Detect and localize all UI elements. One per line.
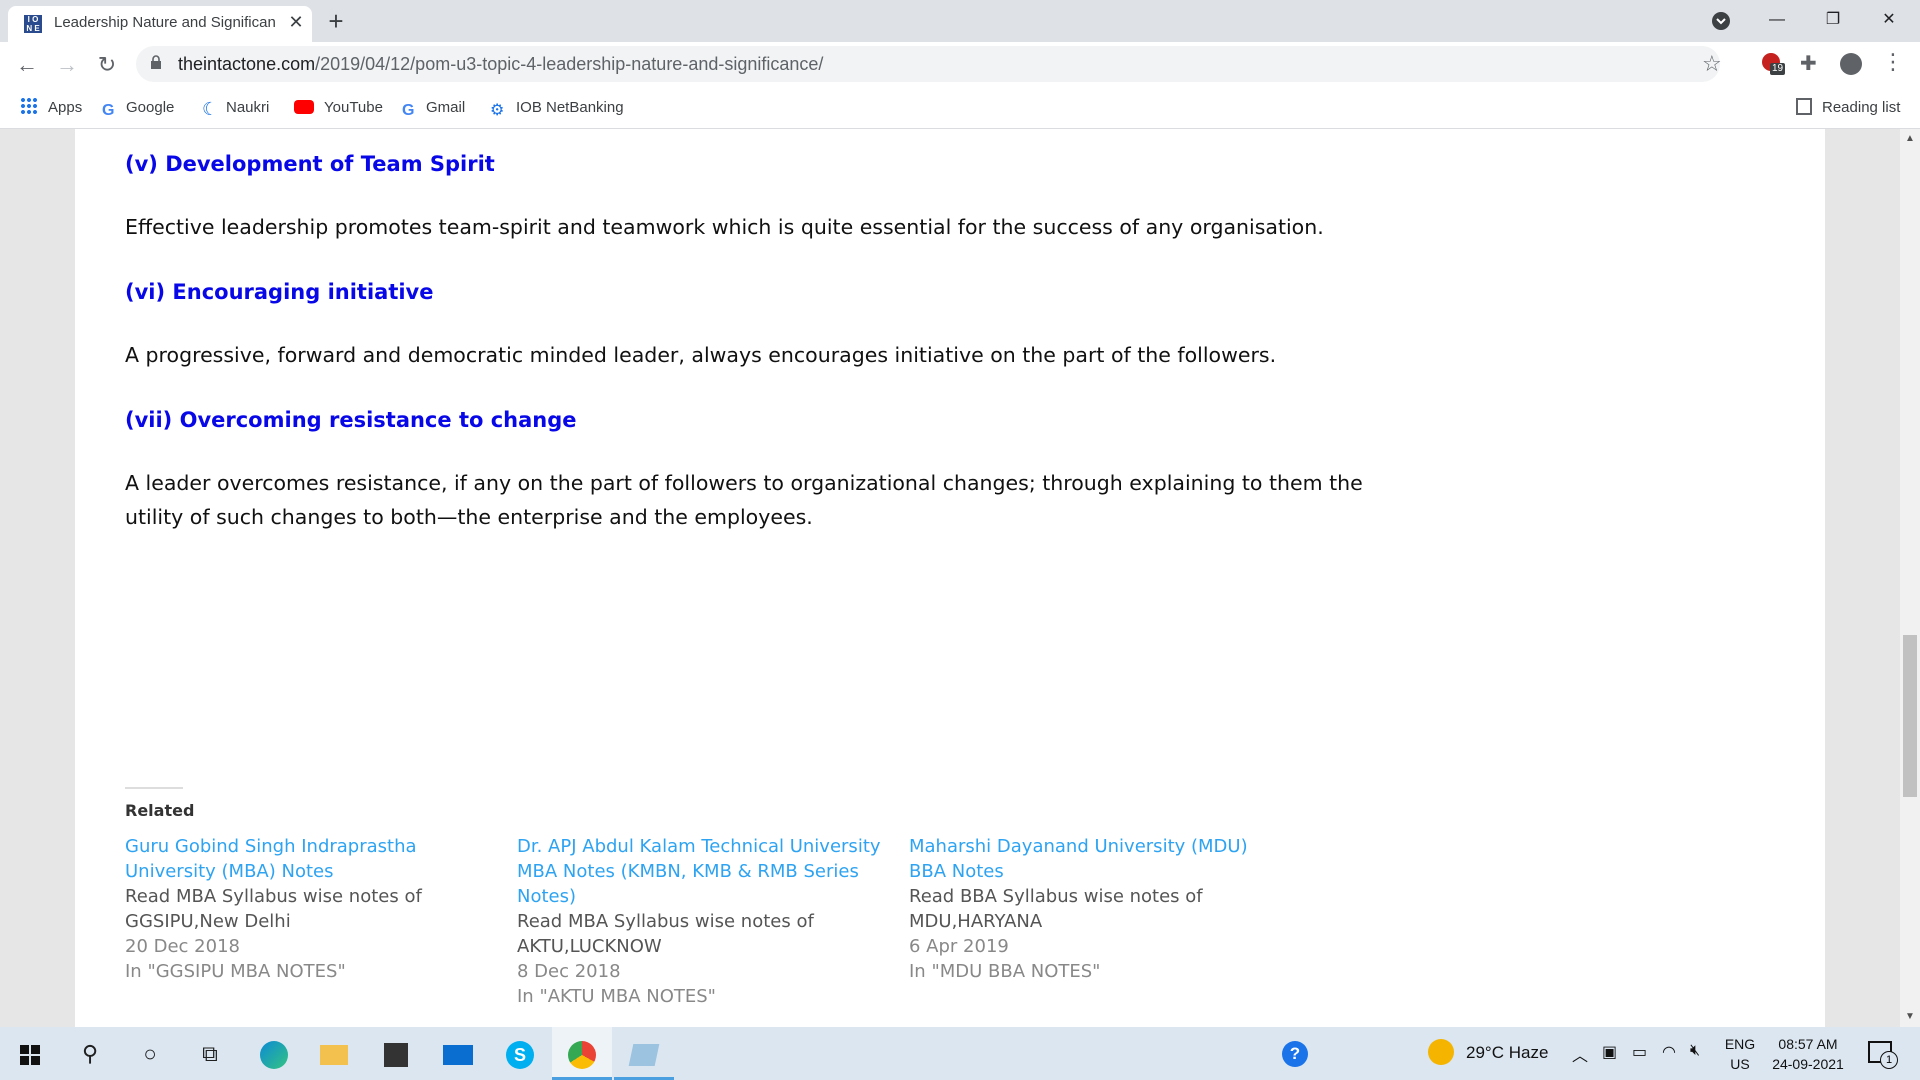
bookmark-google[interactable]: G Google — [102, 96, 174, 120]
page-viewport: (v) Development of Team Spirit Effective… — [0, 129, 1900, 1027]
google-icon: G — [102, 102, 115, 119]
close-window-icon[interactable]: ✕ — [1866, 0, 1912, 42]
back-icon[interactable]: ← — [12, 50, 42, 80]
scroll-up-arrow-icon[interactable]: ▲ — [1900, 129, 1920, 149]
bookmark-star-icon[interactable]: ☆ — [1702, 51, 1722, 77]
tab-search-icon[interactable] — [1698, 0, 1744, 42]
meet-now-icon[interactable]: ▣ — [1602, 1042, 1617, 1062]
weather-text[interactable]: 29°C Haze — [1466, 1043, 1548, 1063]
related-post-date: 8 Dec 2018 — [517, 961, 621, 982]
skype-icon[interactable]: S — [490, 1027, 550, 1080]
bookmark-gmail[interactable]: G Gmail — [402, 96, 465, 120]
show-hidden-icons-icon[interactable]: ︿ — [1572, 1042, 1588, 1066]
youtube-icon — [294, 100, 314, 114]
task-view-icon[interactable]: ⧉ — [180, 1027, 240, 1080]
related-post-category: In "GGSIPU MBA NOTES" — [125, 961, 346, 982]
notification-center-icon[interactable]: 1 — [1868, 1041, 1898, 1069]
chrome-icon[interactable] — [552, 1027, 612, 1080]
restore-icon[interactable]: ❐ — [1810, 0, 1856, 42]
tab-strip: I ON E Leadership Nature and Significan … — [0, 0, 1920, 42]
article-content: (v) Development of Team Spirit Effective… — [75, 129, 1825, 1027]
gmail-icon: G — [402, 102, 415, 119]
page-scrollbar[interactable]: ▲ ▼ — [1900, 129, 1920, 1027]
notes-app-icon[interactable] — [614, 1027, 674, 1080]
related-post: Dr. APJ Abdul Kalam Technical University… — [517, 834, 887, 1009]
related-post-desc: Read MBA Syllabus wise notes of GGSIPU,N… — [125, 886, 422, 932]
mail-icon[interactable] — [428, 1027, 488, 1080]
bookmark-youtube[interactable]: YouTube — [294, 96, 383, 120]
extension-badge: 19 — [1770, 63, 1786, 75]
menu-kebab-icon[interactable]: ⋮ — [1882, 49, 1904, 75]
bookmark-naukri[interactable]: ☾ Naukri — [202, 96, 269, 120]
minimize-icon[interactable]: — — [1754, 0, 1800, 42]
apps-grid-icon — [20, 97, 38, 115]
related-post-date: 6 Apr 2019 — [909, 936, 1009, 957]
file-explorer-icon[interactable] — [304, 1027, 364, 1080]
related-post-category: In "AKTU MBA NOTES" — [517, 986, 716, 1007]
section-paragraph: A leader overcomes resistance, if any on… — [125, 471, 1363, 529]
iob-icon: ⚙ — [490, 102, 505, 119]
scroll-down-arrow-icon[interactable]: ▼ — [1900, 1007, 1920, 1027]
language-indicator[interactable]: ENG US — [1722, 1034, 1758, 1074]
section-paragraph: Effective leadership promotes team-spiri… — [125, 215, 1324, 239]
address-bar[interactable]: theintactone.com/2019/04/12/pom-u3-topic… — [136, 46, 1722, 82]
reading-list-button[interactable]: Reading list — [1796, 96, 1900, 120]
pdf-extension-icon[interactable]: 19 — [1762, 53, 1786, 75]
browser-tab[interactable]: I ON E Leadership Nature and Significan … — [8, 6, 312, 42]
reading-list-icon — [1796, 98, 1812, 115]
clock[interactable]: 08:57 AM 24-09-2021 — [1768, 1034, 1848, 1074]
related-label: Related — [125, 801, 195, 820]
related-post-link[interactable]: Dr. APJ Abdul Kalam Technical University… — [517, 834, 887, 909]
tab-title: Leadership Nature and Significan — [54, 14, 276, 31]
browser-toolbar: ← → ↻ theintactone.com/2019/04/12/pom-u3… — [0, 42, 1920, 88]
windows-taskbar: ⚲ ○ ⧉ S ? 29°C Haze ︿ ▣ ▭ ◠ 🔇︎ ENG US 08… — [0, 1027, 1920, 1080]
extensions-puzzle-icon[interactable]: ✚ — [1800, 51, 1817, 76]
bookmark-apps[interactable]: Apps — [20, 96, 82, 120]
forward-icon[interactable]: → — [52, 50, 82, 80]
help-icon[interactable]: ? — [1282, 1041, 1308, 1067]
bookmark-iob-netbanking[interactable]: ⚙ IOB NetBanking — [490, 96, 624, 120]
new-tab-button[interactable]: + — [320, 6, 352, 38]
reload-icon[interactable]: ↻ — [92, 50, 122, 80]
related-post-desc: Read MBA Syllabus wise notes of AKTU,LUC… — [517, 911, 814, 957]
edge-browser-icon[interactable] — [244, 1027, 304, 1080]
related-post-desc: Read BBA Syllabus wise notes of MDU,HARY… — [909, 886, 1203, 932]
lock-icon — [151, 55, 161, 69]
section-heading: (vii) Overcoming resistance to change — [125, 408, 577, 432]
section-heading: (vi) Encouraging initiative — [125, 280, 434, 304]
store-icon[interactable] — [366, 1027, 426, 1080]
volume-muted-icon[interactable]: 🔇︎ — [1690, 1042, 1700, 1060]
related-post: Guru Gobind Singh Indraprastha Universit… — [125, 834, 495, 984]
related-post-link[interactable]: Guru Gobind Singh Indraprastha Universit… — [125, 834, 495, 884]
search-icon[interactable]: ⚲ — [60, 1027, 120, 1080]
related-post: Maharshi Dayanand University (MDU) BBA N… — [909, 834, 1279, 984]
notification-count: 1 — [1880, 1051, 1898, 1069]
related-post-link[interactable]: Maharshi Dayanand University (MDU) BBA N… — [909, 834, 1279, 884]
weather-icon — [1428, 1039, 1454, 1065]
related-post-date: 20 Dec 2018 — [125, 936, 240, 957]
naukri-icon: ☾ — [202, 99, 219, 119]
tab-close-icon[interactable]: ✕ — [284, 10, 308, 34]
bookmarks-bar: Apps G Google ☾ Naukri YouTube G Gmail ⚙ IOB… — [0, 88, 1920, 129]
cortana-icon[interactable]: ○ — [120, 1027, 180, 1080]
related-divider — [125, 787, 183, 789]
url-text: theintactone.com/2019/04/12/pom-u3-topic… — [178, 54, 824, 74]
battery-icon[interactable]: ▭ — [1632, 1042, 1647, 1062]
profile-avatar-icon[interactable] — [1840, 53, 1862, 75]
windows-start-icon[interactable] — [0, 1027, 60, 1080]
scrollbar-thumb[interactable] — [1903, 635, 1917, 797]
section-heading: (v) Development of Team Spirit — [125, 152, 495, 176]
section-paragraph: A progressive, forward and democratic mi… — [125, 343, 1277, 367]
site-favicon-icon: I ON E — [24, 15, 42, 33]
wifi-icon[interactable]: ◠ — [1662, 1042, 1676, 1062]
related-post-category: In "MDU BBA NOTES" — [909, 961, 1101, 982]
